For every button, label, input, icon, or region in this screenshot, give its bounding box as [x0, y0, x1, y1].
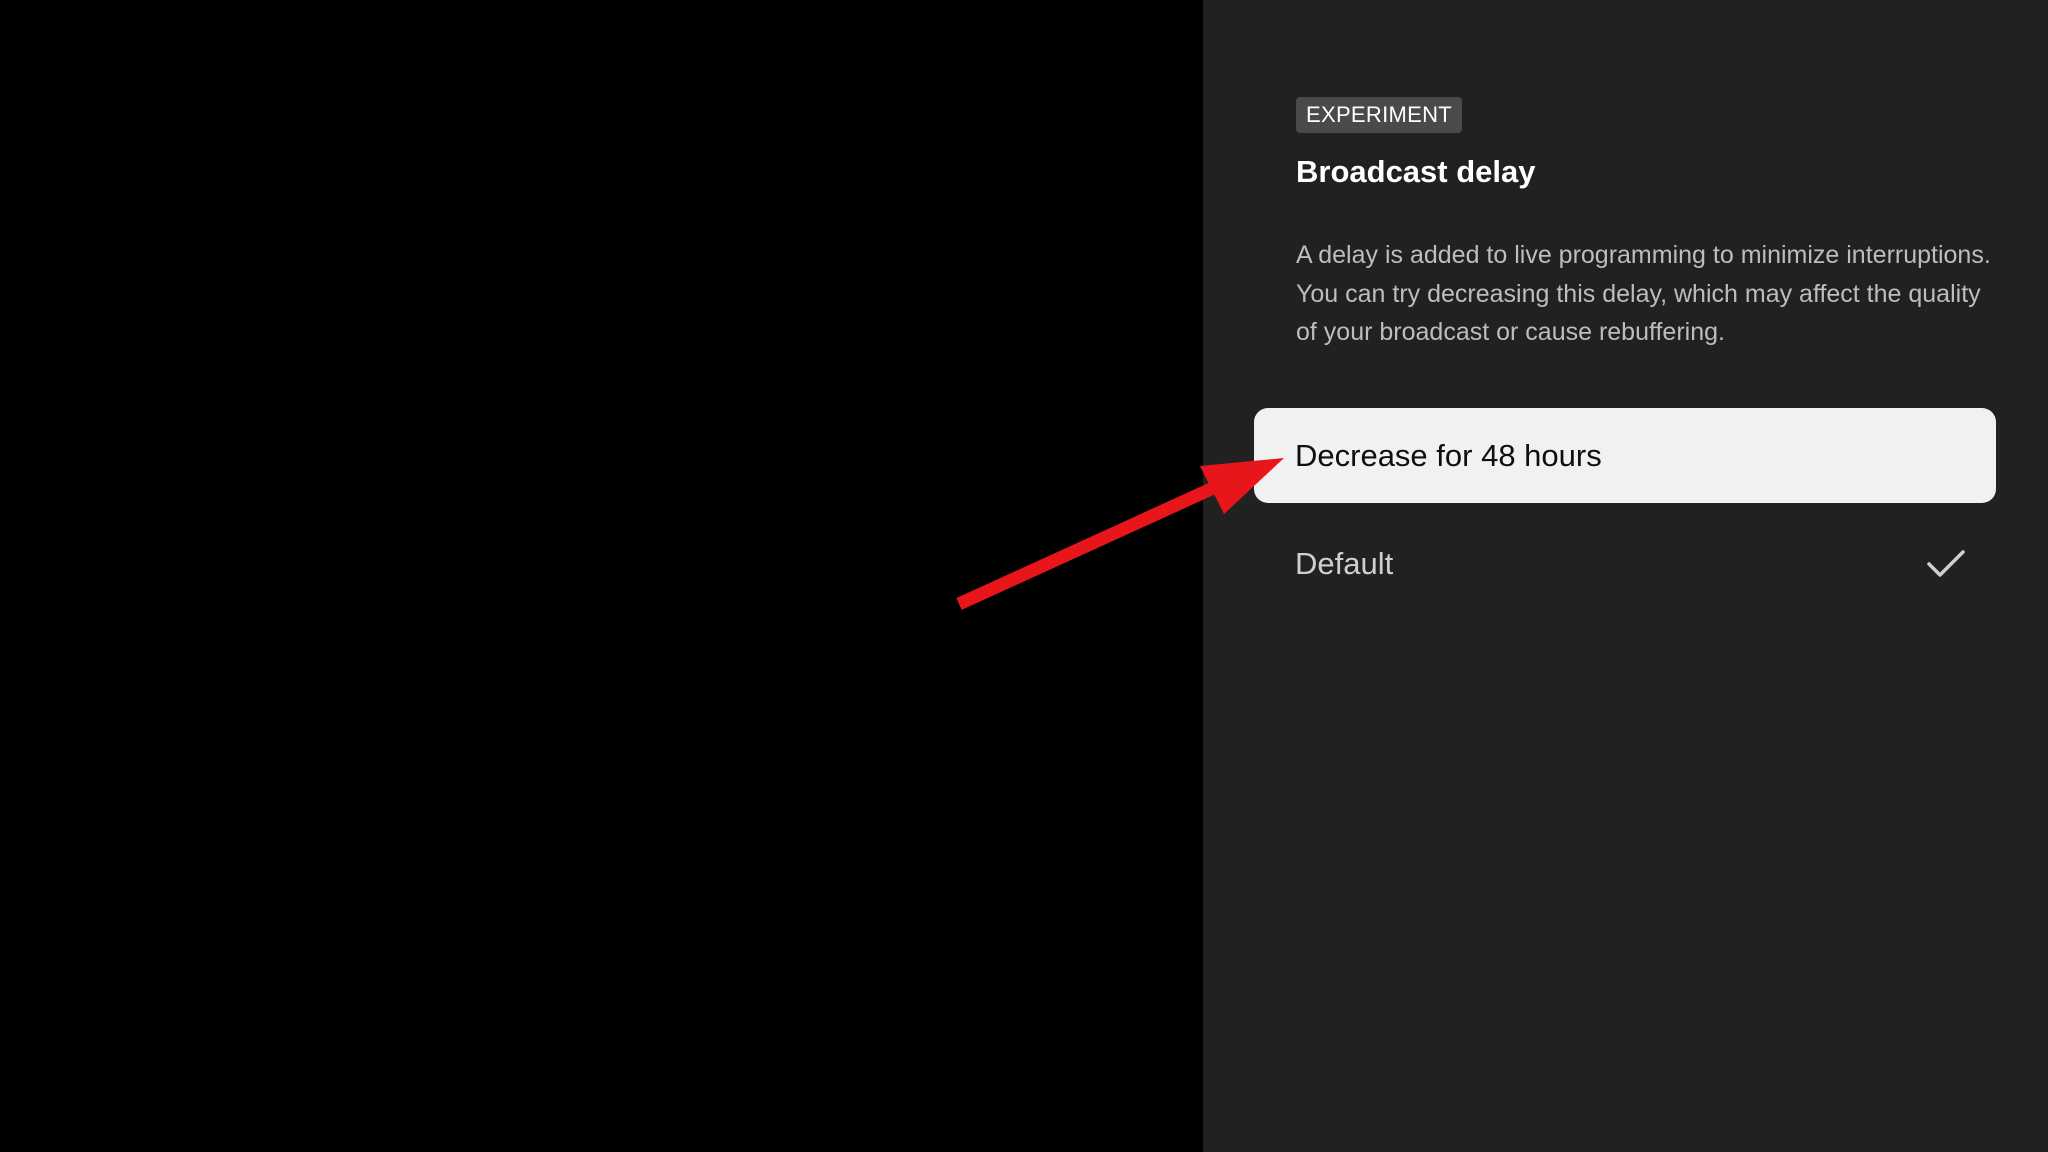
option-label: Decrease for 48 hours [1295, 437, 1602, 473]
experiment-badge: EXPERIMENT [1296, 97, 1463, 133]
panel-title: Broadcast delay [1296, 154, 1536, 189]
panel-description: A delay is added to live programming to … [1296, 241, 1991, 346]
check-icon [1927, 549, 1965, 577]
option-decrease-48-hours[interactable]: Decrease for 48 hours [1254, 408, 1996, 503]
option-label: Default [1295, 545, 1394, 581]
option-default[interactable]: Default [1254, 516, 1996, 611]
video-player-area [0, 0, 1203, 1152]
